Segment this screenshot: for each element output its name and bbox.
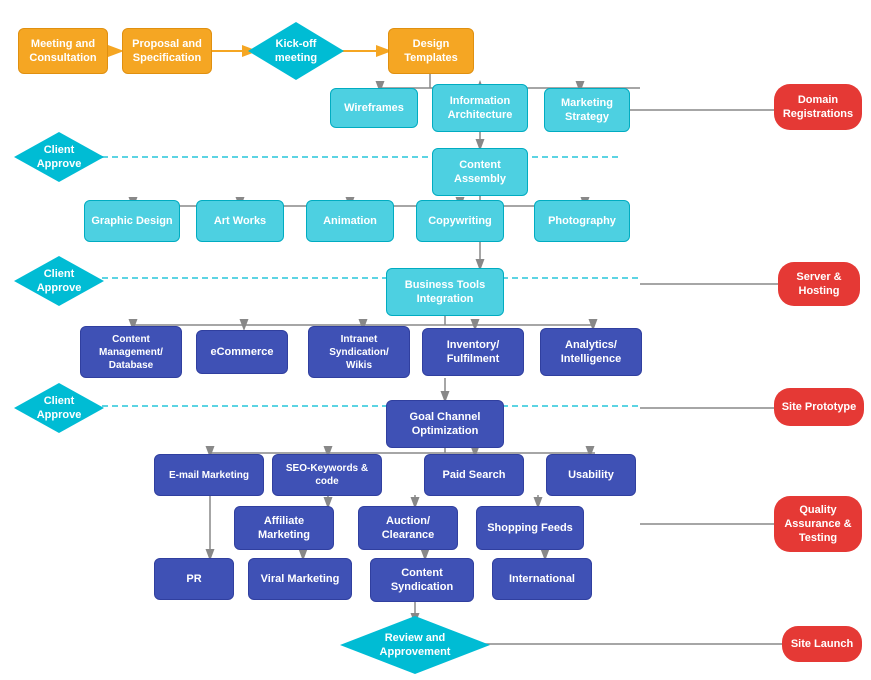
viral-mktg-node: Viral Marketing <box>248 558 352 600</box>
qa-testing-node: QualityAssurance &Testing <box>774 496 862 552</box>
site-prototype-node: Site Prototype <box>774 388 864 426</box>
art-works-node: Art Works <box>196 200 284 242</box>
server-hosting-node: Server &Hosting <box>778 262 860 306</box>
animation-node: Animation <box>306 200 394 242</box>
intranet-node: IntranetSyndication/Wikis <box>308 326 410 378</box>
ecommerce-node: eCommerce <box>196 330 288 374</box>
analytics-node: Analytics/Intelligence <box>540 328 642 376</box>
wireframes-node: Wireframes <box>330 88 418 128</box>
graphic-design-node: Graphic Design <box>84 200 180 242</box>
review-node: Review andApprovement <box>340 616 490 674</box>
inventory-node: Inventory/Fulfilment <box>422 328 524 376</box>
paid-search-node: Paid Search <box>424 454 524 496</box>
marketing-strategy-node: MarketingStrategy <box>544 88 630 132</box>
affiliate-node: AffiliateMarketing <box>234 506 334 550</box>
client-approve-1: ClientApprove <box>14 132 104 182</box>
biz-tools-node: Business ToolsIntegration <box>386 268 504 316</box>
content-syndication-node: ContentSyndication <box>370 558 474 602</box>
photography-node: Photography <box>534 200 630 242</box>
content-assembly-node: ContentAssembly <box>432 148 528 196</box>
proposal-node: Proposal andSpecification <box>122 28 212 74</box>
client-approve-2: ClientApprove <box>14 256 104 306</box>
site-launch-node: Site Launch <box>782 626 862 662</box>
meeting-node: Meeting andConsultation <box>18 28 108 74</box>
client-approve-3: ClientApprove <box>14 383 104 433</box>
goal-channel-node: Goal ChannelOptimization <box>386 400 504 448</box>
usability-node: Usability <box>546 454 636 496</box>
cms-node: ContentManagement/Database <box>80 326 182 378</box>
auction-node: Auction/Clearance <box>358 506 458 550</box>
design-templates-node: DesignTemplates <box>388 28 474 74</box>
email-mktg-node: E-mail Marketing <box>154 454 264 496</box>
kickoff-node: Kick-offmeeting <box>248 22 344 80</box>
pr-node: PR <box>154 558 234 600</box>
info-arch-node: InformationArchitecture <box>432 84 528 132</box>
copywriting-node: Copywriting <box>416 200 504 242</box>
international-node: International <box>492 558 592 600</box>
shopping-feeds-node: Shopping Feeds <box>476 506 584 550</box>
seo-node: SEO-Keywords &code <box>272 454 382 496</box>
domain-reg-node: DomainRegistrations <box>774 84 862 130</box>
diagram: Meeting andConsultation Proposal andSpec… <box>0 0 871 680</box>
